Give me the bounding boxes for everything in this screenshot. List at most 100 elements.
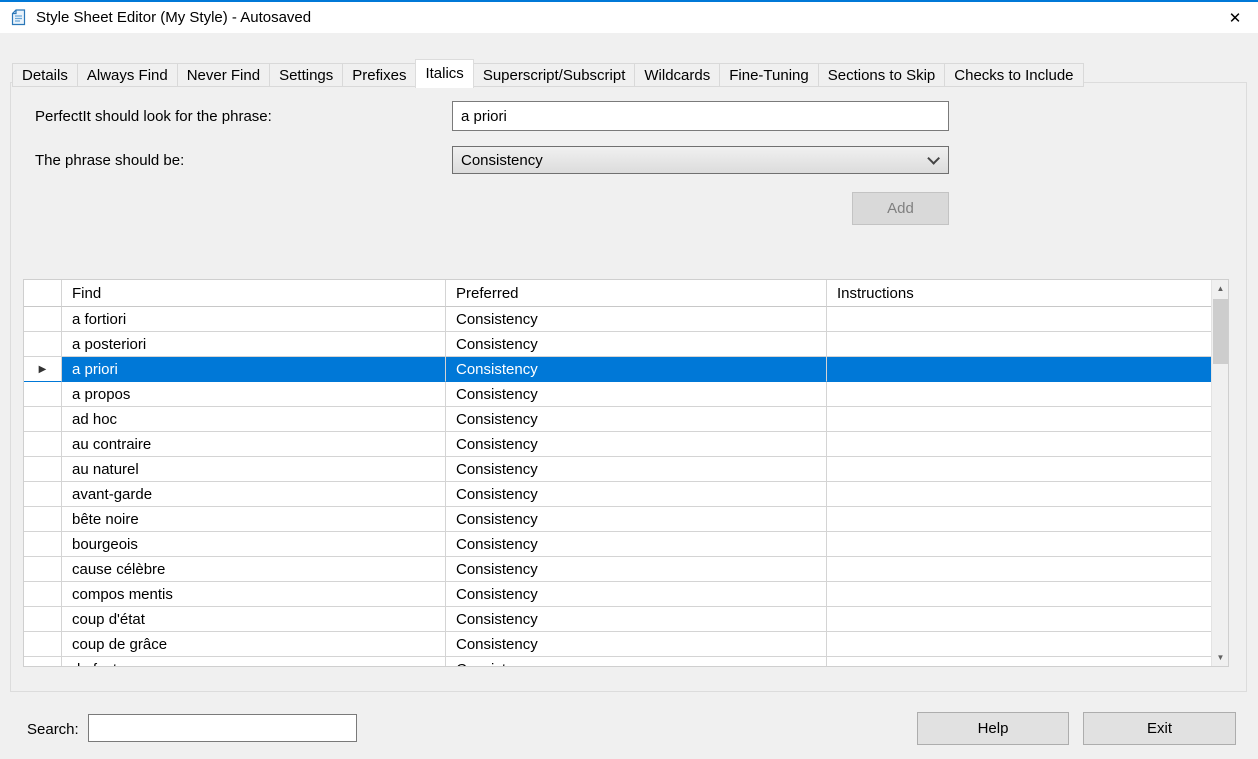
row-selector[interactable] (24, 532, 62, 557)
table-row[interactable]: cause célèbreConsistency (24, 557, 1212, 582)
row-selector[interactable] (24, 607, 62, 632)
cell-instructions[interactable] (827, 432, 1212, 457)
cell-preferred[interactable]: Consistency (446, 632, 827, 657)
cell-instructions[interactable] (827, 532, 1212, 557)
cell-instructions[interactable] (827, 582, 1212, 607)
cell-preferred[interactable]: Consistency (446, 457, 827, 482)
cell-preferred[interactable]: Consistency (446, 557, 827, 582)
cell-preferred[interactable]: Consistency (446, 382, 827, 407)
cell-find[interactable]: a propos (62, 382, 446, 407)
tab-fine-tuning[interactable]: Fine-Tuning (719, 63, 818, 87)
tab-always-find[interactable]: Always Find (77, 63, 178, 87)
cell-find[interactable]: avant-garde (62, 482, 446, 507)
row-selector[interactable] (24, 507, 62, 532)
cell-preferred[interactable]: Consistency (446, 657, 827, 667)
tab-settings[interactable]: Settings (269, 63, 343, 87)
cell-find[interactable]: compos mentis (62, 582, 446, 607)
cell-instructions[interactable] (827, 457, 1212, 482)
row-selector[interactable] (24, 307, 62, 332)
help-button[interactable]: Help (917, 712, 1069, 745)
cell-instructions[interactable] (827, 482, 1212, 507)
column-header-instructions[interactable]: Instructions (827, 280, 1212, 307)
tab-checks-to-include[interactable]: Checks to Include (944, 63, 1083, 87)
row-selector[interactable] (24, 657, 62, 667)
cell-preferred[interactable]: Consistency (446, 332, 827, 357)
cell-find[interactable]: a fortiori (62, 307, 446, 332)
scrollbar-down-button[interactable]: ▼ (1212, 649, 1229, 666)
cell-instructions[interactable] (827, 632, 1212, 657)
cell-find[interactable]: a priori (62, 357, 446, 382)
cell-find[interactable]: cause célèbre (62, 557, 446, 582)
cell-preferred[interactable]: Consistency (446, 607, 827, 632)
cell-find[interactable]: coup de grâce (62, 632, 446, 657)
cell-preferred[interactable]: Consistency (446, 582, 827, 607)
cell-find[interactable]: a posteriori (62, 332, 446, 357)
table-row[interactable]: bourgeoisConsistency (24, 532, 1212, 557)
cell-find[interactable]: ad hoc (62, 407, 446, 432)
vertical-scrollbar[interactable]: ▲ ▼ (1211, 280, 1228, 666)
table-row[interactable]: ad hocConsistency (24, 407, 1212, 432)
row-selector[interactable] (24, 582, 62, 607)
cell-instructions[interactable] (827, 407, 1212, 432)
column-header-preferred[interactable]: Preferred (446, 280, 827, 307)
cell-instructions[interactable] (827, 332, 1212, 357)
tab-superscript-subscript[interactable]: Superscript/Subscript (473, 63, 636, 87)
tab-prefixes[interactable]: Prefixes (342, 63, 416, 87)
tab-never-find[interactable]: Never Find (177, 63, 270, 87)
row-selector[interactable] (24, 382, 62, 407)
cell-find[interactable]: au naturel (62, 457, 446, 482)
table-row[interactable]: a proposConsistency (24, 382, 1212, 407)
table-row[interactable]: a fortioriConsistency (24, 307, 1212, 332)
cell-find[interactable]: bête noire (62, 507, 446, 532)
cell-preferred[interactable]: Consistency (446, 507, 827, 532)
row-selector[interactable] (24, 482, 62, 507)
table-row[interactable]: avant-gardeConsistency (24, 482, 1212, 507)
cell-instructions[interactable] (827, 357, 1212, 382)
row-selector[interactable] (24, 457, 62, 482)
table-row[interactable]: ▶a prioriConsistency (24, 357, 1212, 382)
exit-button[interactable]: Exit (1083, 712, 1236, 745)
table-row[interactable]: de factoConsistency (24, 657, 1212, 667)
cell-instructions[interactable] (827, 507, 1212, 532)
column-header-find[interactable]: Find (62, 280, 446, 307)
search-input[interactable] (88, 714, 357, 742)
behavior-dropdown[interactable]: Consistency (452, 146, 949, 174)
add-button[interactable]: Add (852, 192, 949, 225)
tab-wildcards[interactable]: Wildcards (634, 63, 720, 87)
cell-preferred[interactable]: Consistency (446, 307, 827, 332)
row-selector[interactable] (24, 632, 62, 657)
cell-find[interactable]: au contraire (62, 432, 446, 457)
tab-sections-to-skip[interactable]: Sections to Skip (818, 63, 946, 87)
cell-instructions[interactable] (827, 382, 1212, 407)
row-selector[interactable] (24, 407, 62, 432)
cell-instructions[interactable] (827, 557, 1212, 582)
table-row[interactable]: au contraireConsistency (24, 432, 1212, 457)
row-selector[interactable] (24, 557, 62, 582)
table-row[interactable]: compos mentisConsistency (24, 582, 1212, 607)
table-row[interactable]: coup d'étatConsistency (24, 607, 1212, 632)
cell-preferred[interactable]: Consistency (446, 532, 827, 557)
table-row[interactable]: a posterioriConsistency (24, 332, 1212, 357)
scrollbar-up-button[interactable]: ▲ (1212, 280, 1229, 297)
cell-preferred[interactable]: Consistency (446, 357, 827, 382)
tab-italics[interactable]: Italics (415, 59, 473, 88)
tab-details[interactable]: Details (12, 63, 78, 87)
table-row[interactable]: bête noireConsistency (24, 507, 1212, 532)
cell-preferred[interactable]: Consistency (446, 407, 827, 432)
close-button[interactable]: ✕ (1212, 2, 1258, 33)
cell-find[interactable]: de facto (62, 657, 446, 667)
row-selector[interactable] (24, 332, 62, 357)
cell-instructions[interactable] (827, 307, 1212, 332)
cell-preferred[interactable]: Consistency (446, 432, 827, 457)
table-row[interactable]: coup de grâceConsistency (24, 632, 1212, 657)
cell-find[interactable]: bourgeois (62, 532, 446, 557)
cell-find[interactable]: coup d'état (62, 607, 446, 632)
scrollbar-thumb[interactable] (1213, 299, 1228, 364)
cell-instructions[interactable] (827, 657, 1212, 667)
row-selector[interactable]: ▶ (24, 357, 62, 382)
table-row[interactable]: au naturelConsistency (24, 457, 1212, 482)
row-selector[interactable] (24, 432, 62, 457)
phrase-input[interactable] (452, 101, 949, 131)
cell-preferred[interactable]: Consistency (446, 482, 827, 507)
cell-instructions[interactable] (827, 607, 1212, 632)
